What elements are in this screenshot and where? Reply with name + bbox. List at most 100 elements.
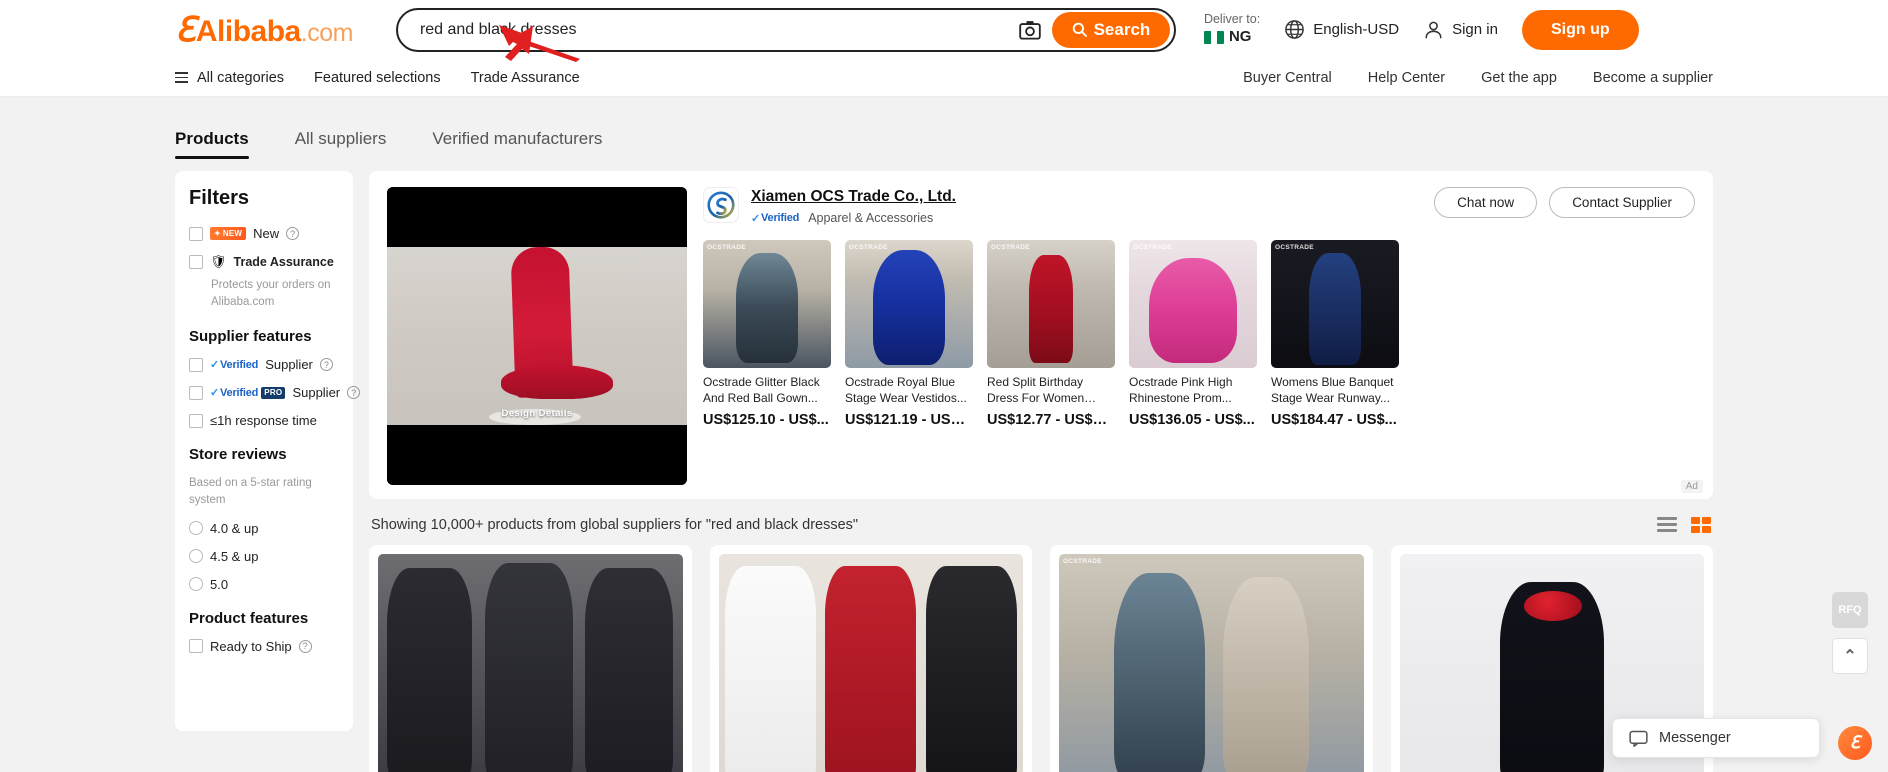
filter-trade-assurance-checkbox[interactable] — [189, 255, 203, 269]
search-button[interactable]: Search — [1051, 11, 1170, 48]
product-card[interactable]: OCSTRADE Ocstrade Glitter Black And Red … — [703, 240, 831, 428]
globe-icon — [1285, 20, 1305, 39]
shield-icon: 🛡 — [210, 254, 227, 269]
filter-rating-45-radio[interactable] — [189, 549, 203, 564]
product-title[interactable]: Ocstrade Pink High Rhinestone Prom... — [1129, 375, 1257, 407]
ali-assistant-icon[interactable]: ℇ — [1838, 726, 1872, 760]
language-currency-selector[interactable]: English-USD — [1284, 19, 1399, 40]
product-image[interactable]: OCSTRADE — [1271, 240, 1399, 368]
filter-trade-assurance[interactable]: 🛡 Trade Assurance — [189, 254, 339, 270]
filter-rating-40-radio[interactable] — [189, 521, 203, 536]
filter-response-time-checkbox[interactable] — [189, 413, 203, 428]
nav-become-a-supplier[interactable]: Become a supplier — [1593, 70, 1713, 86]
grid-product-card[interactable] — [369, 545, 692, 772]
help-icon[interactable]: ? — [347, 386, 361, 400]
supplier-details: Xiamen OCS Trade Co., Ltd. ✓ Verified App… — [703, 187, 1695, 485]
deliver-to-selector[interactable]: Deliver to: NG — [1203, 12, 1261, 46]
scroll-top-icon[interactable]: ⌃ — [1832, 638, 1868, 674]
filter-response-time[interactable]: ≤1h response time — [189, 413, 339, 428]
tab-products[interactable]: Products — [175, 129, 249, 159]
filter-verified-pro-supplier-checkbox[interactable] — [189, 385, 203, 400]
tab-all-suppliers[interactable]: All suppliers — [295, 129, 387, 159]
filter-verified-pro-supplier[interactable]: ✓ Verified PRO Supplier ? — [189, 385, 361, 400]
supplier-logo[interactable] — [703, 187, 739, 223]
search-bar[interactable]: Search — [395, 7, 1176, 52]
supplier-hero-media[interactable]: Design Details — [387, 187, 687, 485]
help-icon[interactable]: ? — [286, 227, 300, 240]
sign-in-label: Sign in — [1452, 21, 1498, 38]
filter-new-checkbox[interactable] — [189, 226, 203, 241]
product-card[interactable]: OCSTRADE Ocstrade Pink High Rhinestone P… — [1129, 240, 1257, 428]
contact-supplier-button[interactable]: Contact Supplier — [1549, 187, 1695, 218]
messenger-widget[interactable]: Messenger — [1612, 718, 1820, 758]
camera-search-icon[interactable] — [1014, 14, 1046, 46]
supplier-name-link[interactable]: Xiamen OCS Trade Co., Ltd. — [751, 188, 956, 206]
supplier-actions: Chat now Contact Supplier — [1434, 187, 1695, 218]
alibaba-logo[interactable]: ℇ Alibaba .com — [175, 10, 353, 50]
filter-ready-to-ship[interactable]: Ready to Ship ? — [189, 639, 339, 654]
product-grid: OCSTRADE — [369, 545, 1713, 772]
filter-ready-to-ship-checkbox[interactable] — [189, 639, 203, 654]
product-features-heading: Product features — [189, 609, 309, 627]
search-input[interactable] — [397, 20, 1014, 39]
help-icon[interactable]: ? — [319, 358, 333, 372]
grid-view-icon[interactable] — [1691, 517, 1711, 533]
product-watermark: OCSTRADE — [991, 244, 1030, 251]
nav-trade-assurance[interactable]: Trade Assurance — [471, 70, 580, 86]
filter-rating-50[interactable]: 5.0 — [189, 577, 339, 592]
product-card[interactable]: OCSTRADE Ocstrade Royal Blue Stage Wear … — [845, 240, 973, 428]
filter-rating-45[interactable]: 4.5 & up — [189, 549, 339, 564]
nav-help-center[interactable]: Help Center — [1368, 70, 1445, 86]
grid-product-image[interactable] — [378, 554, 683, 772]
chat-now-button[interactable]: Chat now — [1434, 187, 1538, 218]
filter-verified-supplier-checkbox[interactable] — [189, 357, 203, 372]
results-count-text: Showing 10,000+ products from global sup… — [371, 517, 859, 533]
ad-label: Ad — [1680, 480, 1703, 493]
filter-rating-40-label: 4.0 & up — [210, 520, 259, 536]
grid-product-card[interactable]: OCSTRADE — [1050, 545, 1373, 772]
search-icon — [1072, 22, 1087, 37]
grid-product-card[interactable] — [709, 545, 1032, 772]
product-image[interactable]: OCSTRADE — [703, 240, 831, 368]
product-title[interactable]: Ocstrade Glitter Black And Red Ball Gown… — [703, 375, 831, 407]
product-title[interactable]: Ocstrade Royal Blue Stage Wear Vestidos.… — [845, 375, 973, 407]
product-title[interactable]: Womens Blue Banquet Stage Wear Runway... — [1271, 375, 1399, 407]
filter-rating-40[interactable]: 4.0 & up — [189, 521, 339, 536]
product-watermark: OCSTRADE — [849, 244, 888, 251]
filter-verified-supplier[interactable]: ✓ Verified Supplier ? — [189, 357, 339, 372]
rfq-icon[interactable]: RFQ — [1832, 592, 1868, 628]
supplier-header-row: Xiamen OCS Trade Co., Ltd. ✓ Verified App… — [703, 187, 1695, 225]
nav-buyer-central[interactable]: Buyer Central — [1243, 70, 1332, 86]
deliver-to-label: Deliver to: — [1203, 12, 1261, 27]
logo-mark-icon: ℇ — [175, 11, 196, 49]
product-card[interactable]: OCSTRADE Womens Blue Banquet Stage Wear … — [1271, 240, 1399, 428]
tab-verified-manufacturers[interactable]: Verified manufacturers — [432, 129, 602, 159]
header-right-actions: Deliver to: NG English-USD Sign in Sign … — [1203, 9, 1639, 50]
verified-badge-icon: ✓ Verified — [210, 358, 259, 372]
store-reviews-heading: Store reviews — [189, 446, 287, 464]
filter-new-label: New — [253, 226, 280, 241]
nav-get-the-app[interactable]: Get the app — [1481, 70, 1557, 86]
help-icon[interactable]: ? — [298, 639, 312, 653]
hero-caption: Design Details — [501, 408, 573, 419]
product-watermark: OCSTRADE — [707, 244, 746, 251]
sign-up-button[interactable]: Sign up — [1521, 9, 1639, 50]
filter-rating-50-radio[interactable] — [189, 577, 203, 592]
sign-in-link[interactable]: Sign in — [1423, 19, 1498, 40]
nav-all-categories[interactable]: All categories — [175, 70, 284, 86]
product-card[interactable]: OCSTRADE Red Split Birthday Dress For Wo… — [987, 240, 1115, 428]
nav-featured-selections[interactable]: Featured selections — [314, 70, 441, 86]
product-price: US$136.05 - US$... — [1129, 412, 1255, 428]
product-title[interactable]: Red Split Birthday Dress For Women Vesti… — [987, 375, 1115, 407]
grid-product-image[interactable] — [718, 554, 1023, 772]
product-image[interactable]: OCSTRADE — [987, 240, 1115, 368]
nigeria-flag-icon — [1203, 30, 1224, 44]
filter-new[interactable]: ✦ NEW New ? — [189, 226, 339, 241]
nav-all-categories-label: All categories — [197, 69, 285, 86]
language-label: English-USD — [1313, 21, 1400, 38]
list-view-icon[interactable] — [1657, 517, 1677, 533]
product-image[interactable]: OCSTRADE — [845, 240, 973, 368]
product-image[interactable]: OCSTRADE — [1129, 240, 1257, 368]
rfq-label: RFQ — [1838, 604, 1862, 616]
grid-product-image[interactable]: OCSTRADE — [1059, 554, 1364, 772]
